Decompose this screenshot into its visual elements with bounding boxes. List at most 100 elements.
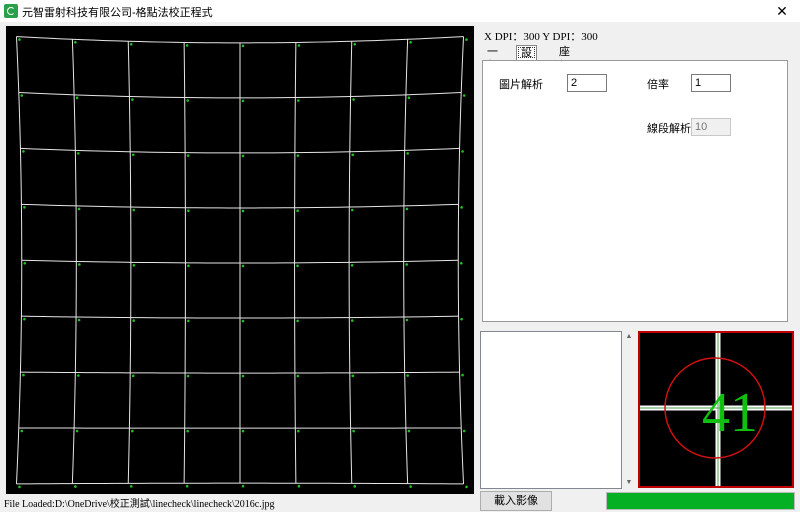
grid-point-marker xyxy=(352,98,355,101)
settings-panel: 圖片解析 2 倍率 1 線段解析 10 xyxy=(482,60,788,322)
grid-image-canvas[interactable] xyxy=(6,26,474,494)
grid-point-marker xyxy=(186,154,190,157)
grid-point-marker xyxy=(185,484,189,488)
grid-point-marker xyxy=(22,150,25,153)
scale-label: 倍率 xyxy=(647,79,669,91)
grid-point-marker xyxy=(131,429,134,433)
grid-point-marker xyxy=(18,38,21,41)
grid-point-marker xyxy=(350,264,354,267)
grid-point-marker xyxy=(77,207,81,211)
window-title: 元智雷射科技有限公司-格點法校正程式 xyxy=(22,7,213,19)
grid-point-marker xyxy=(462,429,466,433)
result-listbox[interactable] xyxy=(480,331,622,489)
app-icon xyxy=(4,4,18,18)
grid-point-marker xyxy=(131,374,135,378)
grid-point-marker xyxy=(75,96,79,100)
grid-point-marker xyxy=(74,41,77,44)
grid-point-marker xyxy=(129,42,133,46)
grid-point-marker xyxy=(405,318,409,322)
grid-column-line xyxy=(15,36,23,484)
grid-point-marker xyxy=(78,263,81,266)
grid-point-marker xyxy=(241,99,245,103)
grid-point-marker xyxy=(186,429,189,433)
grid-point-marker xyxy=(409,41,412,44)
progress-fill xyxy=(607,493,794,509)
grid-point-marker xyxy=(18,485,21,489)
grid-point-marker xyxy=(23,317,26,321)
grid-point-marker xyxy=(74,485,77,488)
grid-point-marker xyxy=(351,374,355,378)
grid-point-marker xyxy=(241,44,245,48)
grid-point-marker xyxy=(241,154,245,158)
grid-point-marker xyxy=(241,319,245,323)
grid-point-marker xyxy=(465,38,468,41)
close-button[interactable]: ✕ xyxy=(764,0,800,22)
grid-point-marker xyxy=(23,206,26,209)
load-image-button[interactable]: 載入影像 xyxy=(480,491,552,511)
image-resolution-field[interactable]: 2 xyxy=(567,74,607,92)
tab-coordinates[interactable]: 座標 xyxy=(555,45,574,72)
grid-point-marker xyxy=(296,154,300,157)
grid-point-marker xyxy=(297,99,300,102)
status-text: File Loaded:D:\OneDrive\校正測試\linecheck\l… xyxy=(4,499,275,510)
grid-point-marker xyxy=(297,44,301,47)
grid-point-marker xyxy=(77,152,80,155)
grid-point-marker xyxy=(23,261,27,265)
grid-point-marker xyxy=(185,44,189,47)
tab-general[interactable]: 一般 xyxy=(483,45,502,72)
grid-point-marker xyxy=(407,429,411,433)
grid-point-marker xyxy=(353,42,357,46)
grid-point-marker xyxy=(406,152,409,155)
grid-point-marker xyxy=(296,374,300,378)
grid-point-marker xyxy=(241,429,245,433)
grid-column-line xyxy=(457,36,465,484)
grid-point-marker xyxy=(75,429,79,433)
grid-point-marker xyxy=(132,264,136,267)
preview-point-label: 41 xyxy=(702,382,758,444)
zoom-preview: 41 xyxy=(638,331,794,488)
line-resolution-label: 線段解析 xyxy=(647,123,691,135)
grid-point-marker xyxy=(460,317,463,321)
grid-point-marker xyxy=(131,153,135,157)
grid-point-marker xyxy=(186,374,190,378)
grid-point-marker xyxy=(406,374,409,377)
listbox-scrollbar[interactable]: ▲ ▼ xyxy=(623,331,635,489)
grid-point-marker xyxy=(405,207,409,211)
grid-point-marker xyxy=(20,429,24,433)
grid-point-marker xyxy=(350,208,354,212)
grid-point-marker xyxy=(241,264,245,268)
grid-point-marker xyxy=(462,94,466,97)
scale-field[interactable]: 1 xyxy=(691,74,731,92)
grid-point-marker xyxy=(20,94,24,97)
image-resolution-label: 圖片解析 xyxy=(499,79,543,91)
line-resolution-field: 10 xyxy=(691,118,731,136)
grid-point-marker xyxy=(187,209,190,213)
grid-point-marker xyxy=(405,263,408,266)
grid-point-marker xyxy=(186,99,189,102)
grid-point-marker xyxy=(352,429,355,433)
scroll-down-arrow-icon[interactable]: ▼ xyxy=(623,477,635,489)
grid-point-marker xyxy=(409,485,412,488)
grid-point-marker xyxy=(353,485,357,488)
grid-point-marker xyxy=(132,208,136,212)
scroll-up-arrow-icon[interactable]: ▲ xyxy=(623,331,635,343)
tab-settings[interactable]: 設定 xyxy=(516,45,537,73)
grid-point-marker xyxy=(77,318,81,322)
grid-point-marker xyxy=(460,206,463,209)
grid-point-marker xyxy=(461,150,464,153)
grid-point-marker xyxy=(296,209,299,213)
grid-point-marker xyxy=(461,373,464,377)
grid-point-marker xyxy=(296,264,299,268)
grid-point-marker xyxy=(407,96,411,100)
grid-image xyxy=(15,36,468,489)
grid-point-marker xyxy=(241,484,245,488)
grid-row-line xyxy=(16,482,464,485)
grid-point-marker xyxy=(297,484,301,488)
grid-point-marker xyxy=(351,153,355,157)
grid-point-marker xyxy=(131,98,134,101)
grid-point-marker xyxy=(297,429,300,433)
grid-point-marker xyxy=(350,319,354,322)
grid-point-marker xyxy=(77,374,80,377)
grid-point-marker xyxy=(296,319,299,323)
grid-point-marker xyxy=(129,485,133,488)
